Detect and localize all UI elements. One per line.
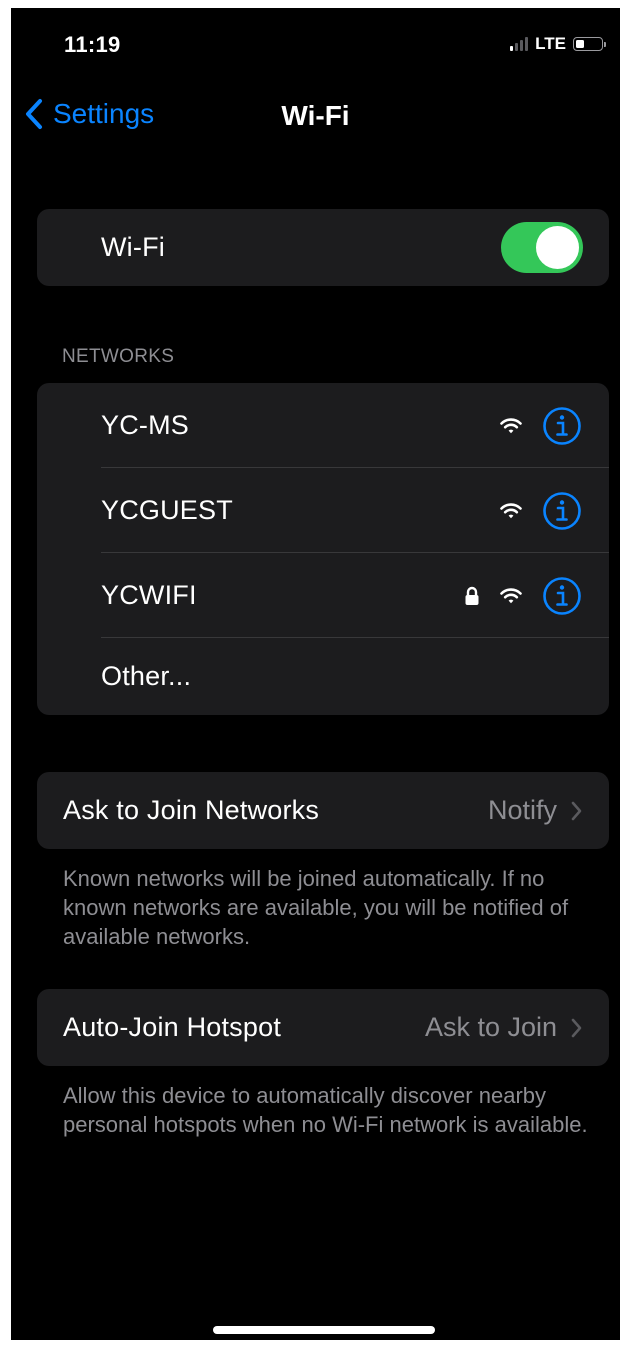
network-name: YCGUEST	[101, 495, 233, 525]
wifi-toggle-row: Wi-Fi	[37, 209, 609, 286]
info-icon[interactable]	[542, 576, 582, 616]
other-network-row[interactable]: Other...	[37, 638, 609, 715]
cellular-signal-icon	[510, 37, 529, 51]
ask-to-join-label: Ask to Join Networks	[63, 795, 320, 825]
ask-to-join-row[interactable]: Ask to Join Networks Notify	[37, 772, 609, 849]
home-indicator[interactable]	[213, 1326, 435, 1334]
page-title: Wi-Fi	[281, 100, 350, 131]
network-row-ycwifi[interactable]: YCWIFI	[37, 553, 609, 638]
toggle-knob	[536, 226, 579, 269]
lock-icon	[464, 586, 480, 606]
battery-icon	[573, 37, 603, 51]
auto-join-hotspot-value: Ask to Join	[424, 1012, 557, 1042]
status-indicators: LTE	[510, 34, 606, 54]
ask-to-join-value-group: Notify	[488, 795, 582, 826]
info-icon[interactable]	[542, 491, 582, 531]
ask-to-join-group: Ask to Join Networks Notify	[37, 772, 609, 849]
wifi-toggle-group: Wi-Fi	[37, 209, 609, 286]
networks-section-header: NETWORKS	[62, 346, 175, 367]
network-row-accessories	[464, 576, 582, 616]
chevron-right-icon	[571, 1018, 582, 1038]
wifi-signal-icon	[500, 502, 522, 520]
network-name: YCWIFI	[101, 580, 197, 610]
wifi-toggle-label: Wi-Fi	[101, 232, 165, 262]
battery-level-fill	[576, 40, 584, 48]
network-name: YC-MS	[101, 410, 189, 440]
ask-to-join-footnote: Known networks will be joined automatica…	[63, 866, 569, 949]
status-time: 11:19	[64, 32, 121, 57]
network-type-label: LTE	[535, 34, 566, 53]
auto-join-hotspot-row[interactable]: Auto-Join Hotspot Ask to Join	[37, 989, 609, 1066]
network-row-accessories	[500, 406, 582, 446]
network-row-yc-ms[interactable]: YC-MS	[37, 383, 609, 468]
auto-join-hotspot-footnote: Allow this device to automatically disco…	[63, 1083, 588, 1137]
chevron-right-icon	[571, 801, 582, 821]
auto-join-hotspot-group: Auto-Join Hotspot Ask to Join	[37, 989, 609, 1066]
battery-cap	[604, 41, 606, 47]
wifi-signal-icon	[500, 417, 522, 435]
auto-join-hotspot-value-group: Ask to Join	[425, 1012, 582, 1043]
ask-to-join-value: Notify	[487, 795, 557, 825]
network-row-ycguest[interactable]: YCGUEST	[37, 468, 609, 553]
networks-list: YC-MS YCGUEST YCWIFI Other...	[37, 383, 609, 715]
phone-screen: 11:19 LTE Settings Wi-Fi Wi-Fi NETWORKS …	[11, 8, 620, 1340]
wifi-signal-icon	[500, 587, 522, 605]
network-row-accessories	[500, 491, 582, 531]
other-network-label: Other...	[101, 661, 192, 691]
info-icon[interactable]	[542, 406, 582, 446]
auto-join-hotspot-label: Auto-Join Hotspot	[63, 1012, 282, 1042]
wifi-toggle-switch[interactable]	[501, 222, 583, 273]
